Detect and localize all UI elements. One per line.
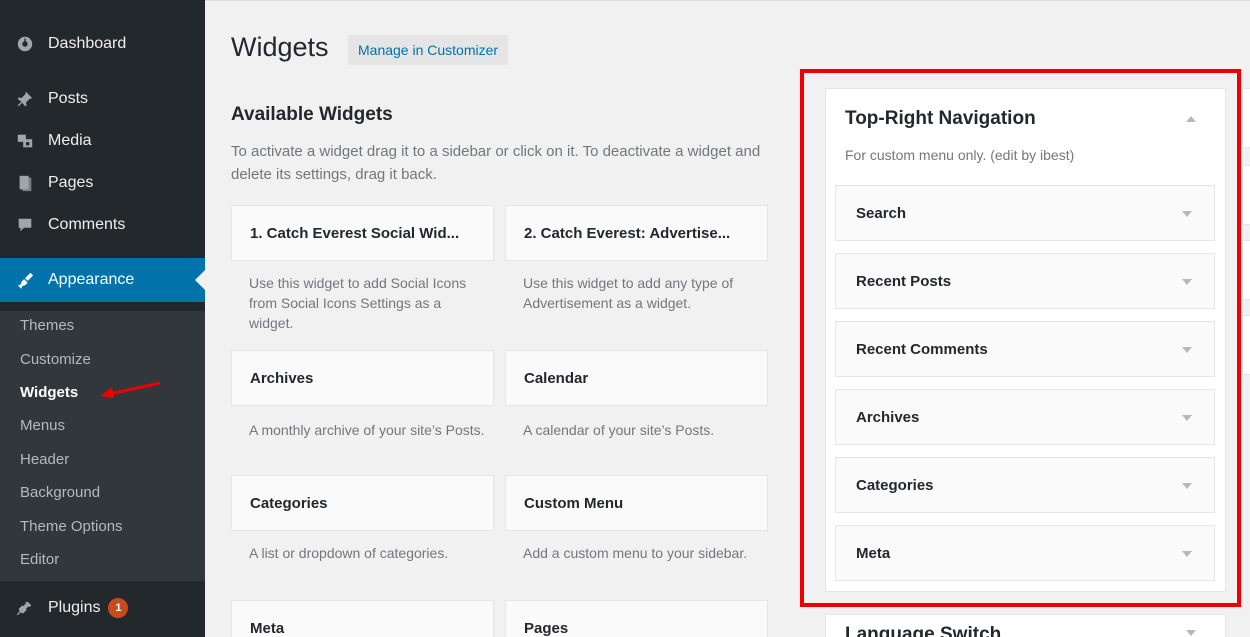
widget-description: A list or dropdown of categories.: [249, 545, 449, 561]
widget-archives[interactable]: Archives: [231, 350, 494, 406]
page-title: Widgets: [231, 32, 329, 62]
widget-description: Use this widget to add Social Icons from…: [249, 275, 467, 331]
expand-arrow-icon[interactable]: [1182, 551, 1192, 557]
submenu-item-widgets[interactable]: Widgets: [20, 384, 78, 401]
sidebar-item-label: Media: [48, 132, 92, 149]
area-widget-categories[interactable]: Categories: [835, 457, 1215, 513]
area-widget-label: Archives: [856, 408, 920, 426]
update-count-badge: 1: [108, 598, 129, 618]
widget-description: A monthly archive of your site’s Posts.: [249, 422, 485, 438]
comment-icon: [16, 216, 34, 234]
area-widget-recent-posts[interactable]: Recent Posts: [835, 253, 1215, 309]
expand-arrow-icon[interactable]: [1182, 279, 1192, 285]
brush-icon: [16, 271, 34, 289]
widget-calendar[interactable]: Calendar: [505, 350, 768, 406]
submenu-item-theme-options[interactable]: Theme Options: [20, 518, 123, 535]
media-icon: [16, 132, 34, 150]
area-widget-label: Recent Comments: [856, 340, 988, 358]
widget-description: A calendar of your site’s Posts.: [523, 422, 715, 438]
sidebar-item-pages[interactable]: Pages: [0, 165, 205, 201]
sidebar-item-label: Comments: [48, 216, 126, 233]
collapse-arrow-icon[interactable]: [1186, 116, 1196, 122]
sidebar-item-posts[interactable]: Posts: [0, 81, 205, 117]
sidebar-item-label: Posts: [48, 90, 89, 107]
sidebar-item-label: Dashboard: [48, 35, 127, 52]
adjacent-widget-area: [1242, 165, 1250, 225]
expand-arrow-icon[interactable]: [1182, 415, 1192, 421]
current-menu-arrow: [195, 270, 205, 290]
widget-area-title[interactable]: Top-Right Navigation: [845, 108, 1036, 130]
expand-arrow-icon[interactable]: [1182, 211, 1192, 217]
widget-catch-everest-social[interactable]: 1. Catch Everest Social Wid...: [231, 205, 494, 261]
pages-icon: [16, 174, 34, 192]
widget-categories[interactable]: Categories: [231, 475, 494, 531]
widget-meta[interactable]: Meta: [231, 600, 494, 637]
widget-description: Add a custom menu to your sidebar.: [523, 545, 748, 561]
widget-description: Use this widget to add any type of Adver…: [523, 275, 734, 311]
widget-catch-everest-advertisement[interactable]: 2. Catch Everest: Advertise...: [505, 205, 768, 261]
annotation-arrow-icon: [100, 381, 161, 398]
widget-custom-menu[interactable]: Custom Menu: [505, 475, 768, 531]
submenu-item-background[interactable]: Background: [20, 484, 100, 501]
area-widget-meta[interactable]: Meta: [835, 525, 1215, 581]
area-widget-label: Meta: [856, 544, 891, 562]
sidebar-item-label: Appearance: [48, 271, 135, 288]
adjacent-widget-area: [1242, 315, 1250, 375]
area-widget-archives[interactable]: Archives: [835, 389, 1215, 445]
top-border: [205, 0, 1250, 1]
sidebar-item-dashboard[interactable]: Dashboard: [0, 26, 205, 62]
pin-icon: [16, 90, 34, 108]
sidebar-item-plugins[interactable]: Plugins 1: [0, 590, 205, 626]
sidebar-item-label: Pages: [48, 174, 94, 191]
area-widget-label: Search: [856, 204, 907, 222]
plugin-icon: [16, 599, 34, 617]
expand-arrow-icon[interactable]: [1182, 483, 1192, 489]
submenu-item-customize[interactable]: Customize: [20, 351, 91, 368]
expand-arrow-icon[interactable]: [1186, 630, 1196, 636]
widget-pages[interactable]: Pages: [505, 600, 768, 637]
admin-sidebar: Dashboard Posts Media Pages Comments App…: [0, 0, 205, 637]
submenu-item-themes[interactable]: Themes: [20, 317, 74, 334]
area-widget-label: Recent Posts: [856, 272, 952, 290]
area-widget-label: Categories: [856, 476, 934, 494]
sidebar-item-label: Plugins: [48, 599, 101, 616]
expand-arrow-icon[interactable]: [1182, 347, 1192, 353]
dashboard-icon: [16, 35, 34, 53]
submenu-item-editor[interactable]: Editor: [20, 551, 59, 568]
manage-in-customizer-button[interactable]: Manage in Customizer: [348, 35, 509, 65]
widget-area-title[interactable]: Language Switch: [845, 624, 1001, 637]
submenu-item-menus[interactable]: Menus: [20, 417, 65, 434]
adjacent-widget-area: [1242, 88, 1250, 148]
sidebar-item-appearance[interactable]: Appearance: [0, 258, 205, 302]
area-widget-search[interactable]: Search: [835, 185, 1215, 241]
widget-area-description: For custom menu only. (edit by ibest): [845, 147, 1075, 163]
sidebar-item-media[interactable]: Media: [0, 123, 205, 159]
sidebar-item-comments[interactable]: Comments: [0, 207, 205, 243]
submenu-item-header[interactable]: Header: [20, 451, 69, 468]
adjacent-widget-area: [1242, 240, 1250, 300]
appearance-submenu: Themes Customize Widgets Menus Header Ba…: [0, 311, 205, 581]
available-widgets-title: Available Widgets: [231, 104, 393, 125]
area-widget-recent-comments[interactable]: Recent Comments: [835, 321, 1215, 377]
available-widgets-description: To activate a widget drag it to a sideba…: [231, 143, 761, 183]
